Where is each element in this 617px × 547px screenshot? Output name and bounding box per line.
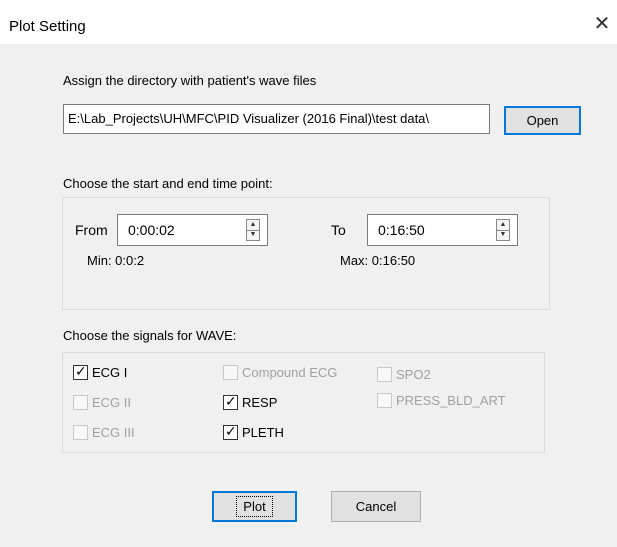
checkbox-box[interactable]	[73, 425, 88, 440]
checkbox-press-bld-art[interactable]: PRESS_BLD_ART	[377, 393, 506, 408]
checkbox-compound-ecg[interactable]: Compound ECG	[223, 365, 337, 380]
plot-button[interactable]: Plot	[212, 491, 297, 522]
to-time-spinner[interactable]: 0:16:50 ▲ ▼	[367, 214, 518, 246]
directory-label: Assign the directory with patient's wave…	[63, 73, 317, 88]
checkbox-box[interactable]	[73, 395, 88, 410]
directory-path-field[interactable]: E:\Lab_Projects\UH\MFC\PID Visualizer (2…	[63, 104, 490, 134]
to-time-value: 0:16:50	[378, 222, 425, 238]
cancel-button[interactable]: Cancel	[331, 491, 421, 522]
check-icon: ✓	[225, 393, 237, 409]
checkbox-box[interactable]	[223, 365, 238, 380]
checkbox-ecg-ii[interactable]: ECG II	[73, 395, 131, 410]
cancel-button-label: Cancel	[355, 499, 397, 514]
checkbox-box[interactable]: ✓	[223, 393, 238, 410]
checkbox-label: ECG I	[92, 365, 128, 380]
from-label: From	[75, 222, 108, 238]
checkbox-box[interactable]	[377, 393, 392, 408]
title-bar[interactable]: Plot Setting ✕	[0, 0, 617, 44]
checkbox-resp[interactable]: ✓ RESP	[223, 393, 278, 410]
checkbox-box[interactable]	[377, 367, 392, 382]
checkbox-label: PLETH	[242, 425, 284, 440]
window-title: Plot Setting	[9, 18, 86, 35]
from-time-spinner[interactable]: 0:00:02 ▲ ▼	[117, 214, 268, 246]
to-label: To	[331, 222, 346, 238]
checkbox-pleth[interactable]: ✓ PLETH	[223, 423, 284, 440]
checkbox-label: Compound ECG	[242, 365, 338, 380]
spin-down-icon[interactable]: ▼	[247, 230, 259, 240]
open-button-label: Open	[526, 113, 559, 128]
checkbox-ecg-iii[interactable]: ECG III	[73, 425, 135, 440]
check-icon: ✓	[75, 363, 87, 379]
checkbox-box[interactable]: ✓	[73, 363, 88, 380]
check-icon: ✓	[225, 423, 237, 439]
max-time-text: Max: 0:16:50	[340, 253, 416, 268]
plot-setting-dialog: Plot Setting ✕ Assign the directory with…	[0, 0, 617, 547]
checkbox-label: SPO2	[396, 367, 431, 382]
open-button[interactable]: Open	[504, 106, 581, 135]
checkbox-box[interactable]: ✓	[223, 423, 238, 440]
close-icon[interactable]: ✕	[592, 14, 612, 34]
checkbox-label: PRESS_BLD_ART	[396, 393, 506, 408]
time-range-label: Choose the start and end time point:	[63, 176, 273, 191]
checkbox-ecg-i[interactable]: ✓ ECG I	[73, 363, 128, 380]
signals-label: Choose the signals for WAVE:	[63, 328, 237, 343]
checkbox-spo2[interactable]: SPO2	[377, 367, 431, 382]
from-time-value: 0:00:02	[128, 222, 175, 238]
min-time-text: Min: 0:0:2	[87, 253, 145, 268]
checkbox-label: ECG II	[92, 395, 132, 410]
checkbox-label: RESP	[242, 395, 278, 410]
from-spin-buttons[interactable]: ▲ ▼	[246, 219, 260, 241]
spin-down-icon[interactable]: ▼	[497, 230, 509, 240]
checkbox-label: ECG III	[92, 425, 135, 440]
to-spin-buttons[interactable]: ▲ ▼	[496, 219, 510, 241]
plot-button-label: Plot	[236, 496, 273, 517]
